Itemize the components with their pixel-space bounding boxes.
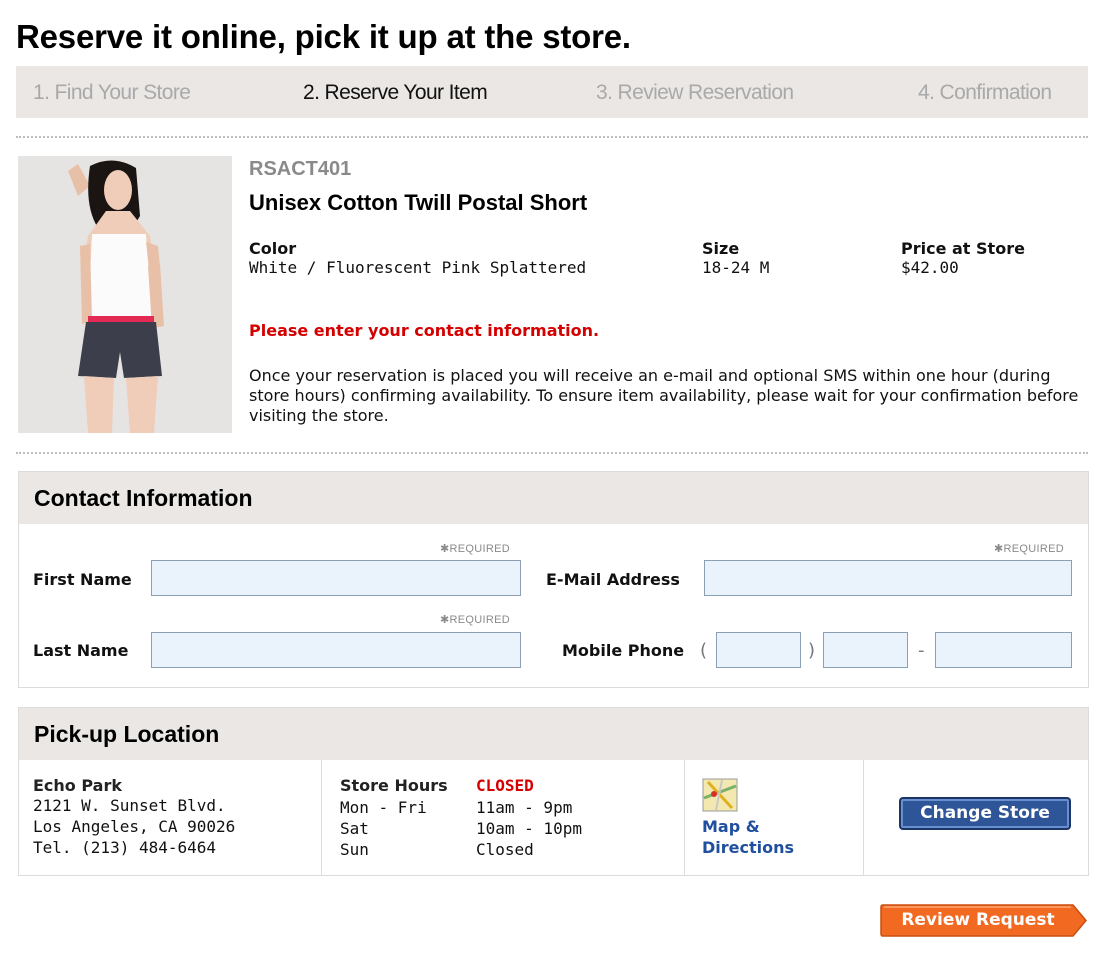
- error-message: Please enter your contact information.: [249, 321, 600, 340]
- hours-time: Closed: [476, 840, 534, 859]
- map-directions-link[interactable]: Map &: [702, 816, 863, 837]
- price-attribute: Price at Store $42.00: [901, 239, 1025, 277]
- page-title: Reserve it online, pick it up at the sto…: [16, 18, 631, 55]
- product-sku: RSACT401: [249, 158, 352, 180]
- store-status-badge: CLOSED: [476, 776, 534, 795]
- store-address-line1: 2121 W. Sunset Blvd.: [33, 796, 226, 815]
- map-directions-link[interactable]: Directions: [702, 837, 863, 858]
- hours-time: 10am - 10pm: [476, 819, 582, 838]
- review-request-button[interactable]: Review Request: [880, 904, 1088, 937]
- first-name-label: First Name: [33, 570, 132, 589]
- reservation-info-text: Once your reservation is placed you will…: [249, 366, 1079, 425]
- map-icon[interactable]: [702, 778, 738, 812]
- phone-dash: -: [918, 640, 925, 661]
- store-name: Echo Park: [33, 776, 122, 795]
- pickup-location-panel: Pick-up Location Echo Park 2121 W. Sunse…: [18, 707, 1089, 876]
- divider: [16, 452, 1088, 454]
- change-store-button[interactable]: Change Store: [899, 797, 1071, 830]
- divider: [16, 136, 1088, 138]
- hours-time: 11am - 9pm: [476, 798, 573, 817]
- required-marker: ✱REQUIRED: [994, 543, 1064, 555]
- color-attribute: Color White / Fluorescent Pink Splattere…: [249, 239, 586, 277]
- price-label: Price at Store: [901, 239, 1025, 258]
- required-marker: ✱REQUIRED: [440, 614, 510, 626]
- step-find-store: 1. Find Your Store: [33, 81, 191, 104]
- color-label: Color: [249, 239, 297, 258]
- store-hours-label: Store Hours: [340, 776, 448, 795]
- product-photo: [18, 156, 232, 433]
- mobile-phone-label: Mobile Phone: [562, 641, 685, 660]
- hours-days: Mon - Fri: [340, 798, 427, 817]
- size-value: 18-24 M: [702, 258, 770, 277]
- hours-days: Sun: [340, 840, 369, 859]
- required-marker: ✱REQUIRED: [440, 543, 510, 555]
- store-address: Echo Park 2121 W. Sunset Blvd. Los Angel…: [19, 760, 321, 875]
- store-address-line2: Los Angeles, CA 90026: [33, 817, 236, 836]
- price-value: $42.00: [901, 258, 959, 277]
- color-value: White / Fluorescent Pink Splattered: [249, 258, 587, 277]
- store-hours: Store Hours CLOSED Mon - Fri 11am - 9pm …: [321, 760, 684, 875]
- first-name-input[interactable]: [151, 560, 521, 596]
- email-input[interactable]: [704, 560, 1072, 596]
- phone-area-code-input[interactable]: [716, 632, 801, 668]
- step-reserve-item: 2. Reserve Your Item: [303, 81, 488, 104]
- pickup-location-heading: Pick-up Location: [19, 708, 1088, 760]
- review-request-label: Review Request: [901, 910, 1055, 930]
- phone-paren-close: ): [808, 640, 816, 661]
- phone-line-input[interactable]: [935, 632, 1072, 668]
- last-name-label: Last Name: [33, 641, 129, 660]
- size-label: Size: [702, 239, 740, 258]
- progress-steps: 1. Find Your Store 2. Reserve Your Item …: [16, 66, 1088, 118]
- contact-information-panel: Contact Information ✱REQUIRED ✱REQUIRED …: [18, 471, 1089, 688]
- last-name-input[interactable]: [151, 632, 521, 668]
- product-name: Unisex Cotton Twill Postal Short: [249, 190, 588, 215]
- contact-information-heading: Contact Information: [19, 472, 1088, 524]
- size-attribute: Size 18-24 M: [702, 239, 769, 277]
- phone-paren-open: (: [700, 640, 708, 661]
- email-label: E-Mail Address: [546, 570, 680, 589]
- map-directions[interactable]: Map & Directions: [684, 760, 863, 875]
- hours-days: Sat: [340, 819, 369, 838]
- store-phone: Tel. (213) 484-6464: [33, 838, 217, 857]
- step-confirmation: 4. Confirmation: [918, 81, 1052, 104]
- step-review-reservation: 3. Review Reservation: [596, 81, 794, 104]
- phone-prefix-input[interactable]: [823, 632, 908, 668]
